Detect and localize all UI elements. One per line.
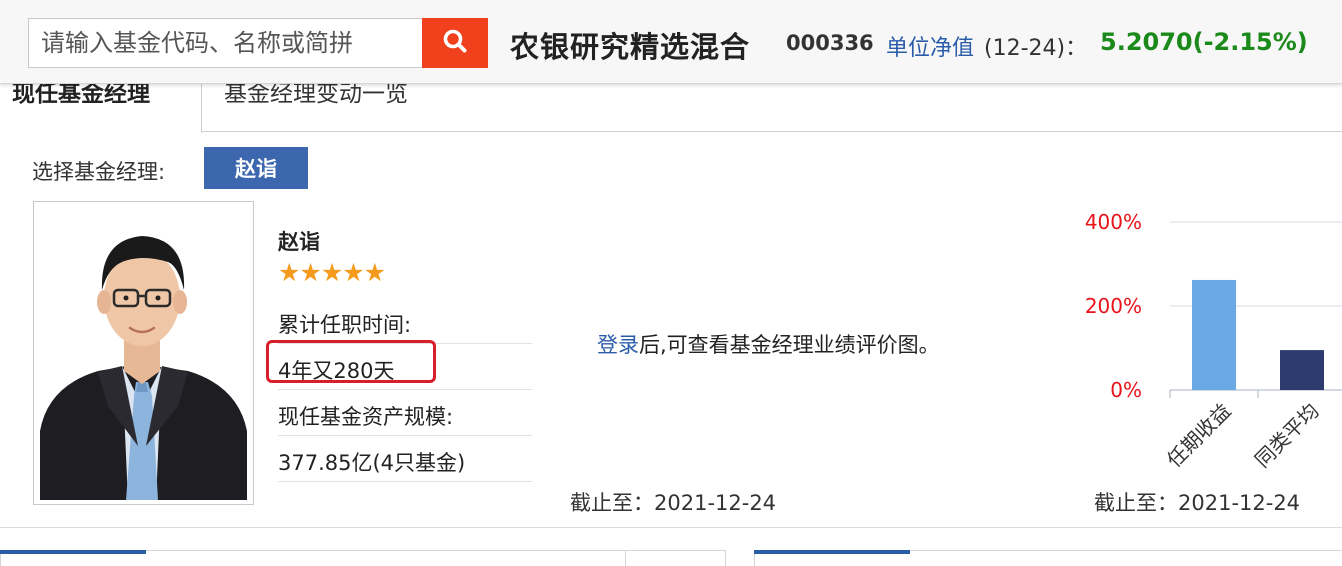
bottom-left-active-tab[interactable] [0,550,146,554]
bottom-right-active-tab[interactable] [754,550,910,554]
search-input[interactable] [29,19,423,67]
tenure-highlight-box [266,340,436,383]
chart-y-tick-label: 400% [1085,210,1142,234]
section-divider [0,527,1342,528]
nav-label-link[interactable]: 单位净值 [886,30,974,62]
fund-name: 农银研究精选混合 [510,30,751,64]
login-message: 登录后,可查看基金经理业绩评价图。 [597,329,940,359]
as-of-date-left: 截止至：2021-12-24 [570,491,777,515]
manager-photo [33,201,254,505]
chart-bar [1280,350,1324,390]
tab-current-manager-label: 现任基金经理 [12,84,150,107]
manager-tabs: 现任基金经理 基金经理变动一览 [0,84,1342,133]
login-message-text: 后,可查看基金经理业绩评价图。 [639,333,940,357]
tab-manager-changes[interactable]: 基金经理变动一览 [224,84,484,132]
nav-value: 5.2070(-2.15%) [1100,28,1308,56]
chart-x-tick-label: 同类平均 [1250,399,1324,473]
select-manager-label: 选择基金经理: [32,160,166,184]
chart-y-tick-label: 0% [1110,378,1142,402]
tab-manager-changes-label: 基金经理变动一览 [224,84,408,107]
bottom-left-tab-separator [625,550,626,566]
search-button[interactable] [422,18,488,68]
login-link[interactable]: 登录 [597,333,639,357]
star-rating: ★★★★★ [278,258,386,287]
search-icon [442,28,468,58]
performance-chart-svg: 400%200%0%任期收益同类平均沪 [1085,210,1342,473]
fund-code: 000336 [786,31,874,55]
search-box[interactable] [28,18,424,68]
nav-date: (12-24)： [984,36,1088,61]
tenure-label: 累计任职时间: [278,298,532,344]
chart-bar [1192,279,1236,390]
manager-name: 赵诣 [278,230,320,254]
top-bar: 农银研究精选混合 000336 单位净值 (12-24)： 5.2070(-2.… [0,0,1342,84]
chart-y-tick-label: 200% [1085,294,1142,318]
chart-x-tick-label: 任期收益 [1162,399,1236,473]
assets-value: 377.85亿(4只基金) [278,436,532,482]
manager-portrait [38,206,249,500]
manager-select-button[interactable]: 赵诣 [204,147,308,189]
assets-label: 现任基金资产规模: [278,390,532,436]
performance-chart: 400%200%0%任期收益同类平均沪 [1060,200,1342,500]
tab-current-manager[interactable]: 现任基金经理 [0,84,202,133]
